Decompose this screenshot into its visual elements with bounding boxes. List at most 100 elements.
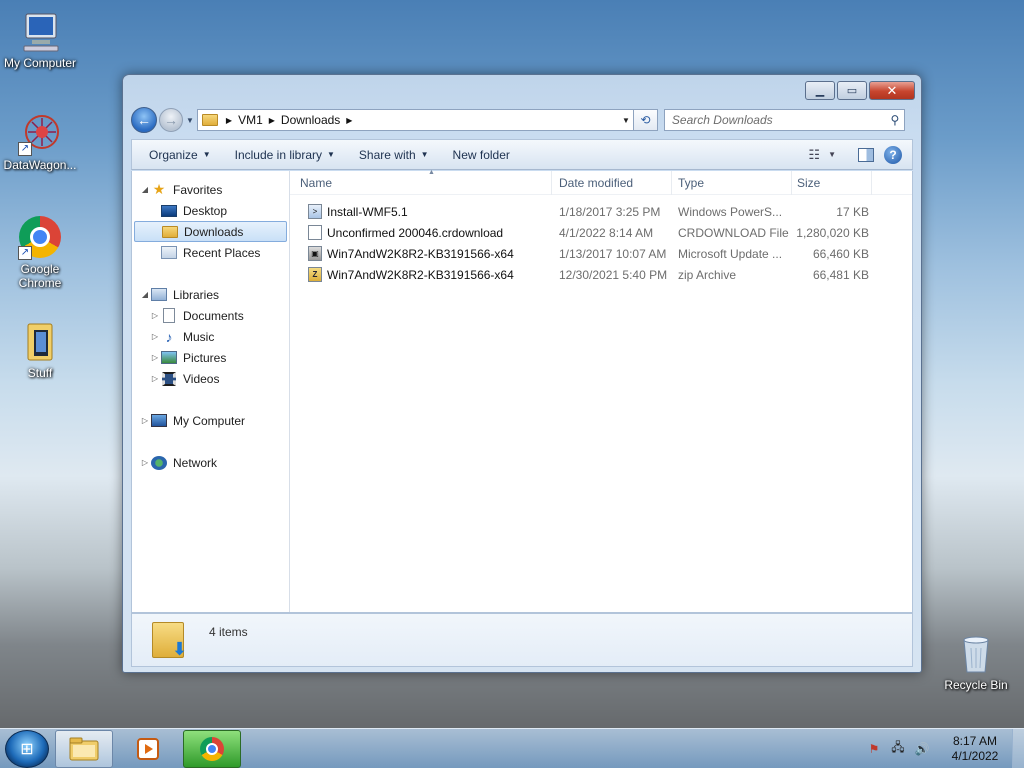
clock-date: 4/1/2022 (951, 748, 999, 763)
recent-pages-dropdown[interactable]: ▼ (186, 116, 194, 125)
action-center-flag-icon[interactable]: ⚑ (866, 742, 882, 756)
column-name-label: Name (300, 175, 333, 190)
item-count: 4 items (209, 625, 248, 639)
column-header-size[interactable]: Size (792, 170, 872, 195)
network-status-icon[interactable]: 🖧 (890, 740, 906, 756)
nav-network[interactable]: ▷ Network (132, 452, 289, 473)
expanded-arrow-icon[interactable]: ◢ (140, 290, 150, 299)
include-in-library-button[interactable]: Include in library ▼ (227, 148, 343, 162)
expanded-arrow-icon[interactable]: ◢ (140, 185, 150, 194)
share-with-button[interactable]: Share with ▼ (351, 148, 437, 162)
file-type: Microsoft Update ... (678, 246, 783, 261)
taskbar-explorer-button[interactable] (55, 729, 113, 768)
nav-my-computer-label: My Computer (173, 413, 246, 428)
address-bar[interactable]: ▶ VM1 ▶ Downloads ▶ ▼ (196, 109, 634, 131)
breadcrumb-arrow-icon[interactable]: ▶ (346, 116, 352, 125)
maximize-button[interactable]: ▭ (837, 81, 867, 100)
search-box[interactable]: ⚲ (663, 109, 905, 131)
collapsed-arrow-icon[interactable]: ▷ (150, 353, 160, 362)
column-type-label: Type (678, 175, 705, 190)
column-header-name[interactable]: Name (290, 170, 552, 195)
preview-pane-button[interactable] (858, 147, 874, 162)
chevron-down-icon: ▼ (828, 150, 836, 159)
back-button[interactable]: ← (131, 107, 157, 133)
nav-videos[interactable]: ▷ Videos (132, 368, 289, 389)
nav-documents[interactable]: ▷ Documents (132, 305, 289, 326)
clock-time: 8:17 AM (952, 733, 998, 748)
change-view-button[interactable]: ☷ ▼ (808, 147, 836, 163)
blank-file-icon (308, 225, 322, 240)
file-row[interactable]: Z Win7AndW2K8R2-KB3191566-x64 12/30/2021 … (290, 264, 912, 285)
desktop-icon-google-chrome[interactable]: ↗ Google Chrome (0, 216, 80, 290)
search-input[interactable] (671, 113, 886, 127)
nav-libraries-label: Libraries (173, 287, 220, 302)
chevron-down-icon: ▼ (327, 150, 335, 159)
computer-icon (150, 413, 168, 429)
breadcrumb-vm1[interactable]: VM1 (238, 113, 263, 127)
breadcrumb-arrow-icon[interactable]: ▶ (269, 116, 275, 125)
explorer-window[interactable]: ▁ ▭ ✕ ← → ▼ ▶ VM1 ▶ Downloads ▶ ▼ ⟲ ⚲ Or… (122, 74, 922, 673)
downloads-folder-icon: ⬇ (152, 622, 187, 659)
search-icon[interactable]: ⚲ (886, 113, 904, 127)
column-header-type[interactable]: Type (672, 170, 792, 195)
desktop-icon-datawagon[interactable]: ↗ DataWagon... (0, 112, 80, 172)
pictures-icon (160, 350, 178, 366)
new-folder-button[interactable]: New folder (445, 148, 518, 162)
help-button[interactable]: ? (884, 145, 902, 164)
file-row[interactable]: Unconfirmed 200046.crdownload 4/1/2022 8… (290, 222, 912, 243)
show-desktop-button[interactable] (1012, 728, 1024, 768)
libraries-icon (150, 287, 168, 303)
desktop-icon-my-computer[interactable]: My Computer (0, 10, 80, 70)
file-list[interactable]: ▲ Name Date modified Type Size > Install-… (290, 169, 912, 612)
nav-pictures[interactable]: ▷ Pictures (132, 347, 289, 368)
network-icon (150, 455, 168, 471)
shortcut-arrow-icon: ↗ (18, 142, 32, 156)
nav-libraries[interactable]: ◢ Libraries (132, 284, 289, 305)
nav-desktop[interactable]: Desktop (132, 200, 289, 221)
desktop-icon (160, 203, 178, 219)
window-controls: ▁ ▭ ✕ (805, 81, 915, 100)
taskbar-media-player-button[interactable] (119, 730, 177, 768)
volume-icon[interactable]: 🔊 (914, 742, 930, 756)
minimize-button[interactable]: ▁ (805, 81, 835, 100)
address-dropdown-icon[interactable]: ▼ (619, 116, 633, 125)
desktop-icon-recycle-bin[interactable]: Recycle Bin (936, 632, 1016, 692)
downloads-folder-icon (161, 224, 179, 240)
forward-button[interactable]: → (159, 108, 183, 132)
media-player-icon (137, 737, 159, 760)
breadcrumb-downloads[interactable]: Downloads (281, 113, 340, 127)
nav-favorites[interactable]: ◢ ★ Favorites (132, 179, 289, 200)
navigation-pane[interactable]: ◢ ★ Favorites Desktop Downloads Recent P… (132, 171, 290, 612)
refresh-button[interactable]: ⟲ (633, 109, 658, 131)
command-bar: Organize ▼ Include in library ▼ Share with… (131, 139, 913, 170)
collapsed-arrow-icon[interactable]: ▷ (150, 311, 160, 320)
toolbar-right: ☷ ▼ ? (808, 145, 902, 164)
file-type: Windows PowerS... (678, 204, 783, 219)
organize-button[interactable]: Organize ▼ (141, 148, 219, 162)
close-button[interactable]: ✕ (869, 81, 915, 100)
collapsed-arrow-icon[interactable]: ▷ (140, 416, 150, 425)
breadcrumb-arrow-icon[interactable]: ▶ (226, 116, 232, 125)
file-row[interactable]: > Install-WMF5.1 1/18/2017 3:25 PM Window… (290, 201, 912, 222)
datawagon-icon: ↗ (18, 112, 62, 156)
file-row[interactable]: ▣ Win7AndW2K8R2-KB3191566-x64 1/13/2017 1… (290, 243, 912, 264)
collapsed-arrow-icon[interactable]: ▷ (140, 458, 150, 467)
collapsed-arrow-icon[interactable]: ▷ (150, 374, 160, 383)
file-name: Win7AndW2K8R2-KB3191566-x64 (327, 246, 514, 261)
share-with-label: Share with (358, 147, 416, 162)
start-button[interactable]: ⊞ (5, 729, 49, 768)
clock[interactable]: 8:17 AM 4/1/2022 (946, 734, 1004, 764)
shortcut-arrow-icon: ↗ (18, 246, 32, 260)
nav-downloads[interactable]: Downloads (134, 221, 287, 242)
collapsed-arrow-icon[interactable]: ▷ (150, 332, 160, 341)
documents-icon (160, 308, 178, 324)
taskbar-chrome-button[interactable] (183, 729, 241, 768)
column-header-date[interactable]: Date modified (552, 170, 672, 195)
desktop-icon-stuff[interactable]: Stuff (0, 320, 80, 380)
nav-my-computer[interactable]: ▷ My Computer (132, 410, 289, 431)
nav-music[interactable]: ▷ ♪ Music (132, 326, 289, 347)
file-date: 1/13/2017 10:07 AM (559, 246, 667, 261)
update-package-icon: ▣ (308, 246, 322, 261)
file-type: zip Archive (678, 267, 737, 282)
nav-recent-places[interactable]: Recent Places (132, 242, 289, 263)
